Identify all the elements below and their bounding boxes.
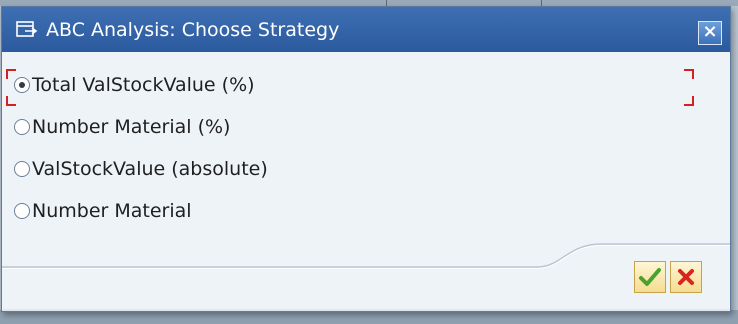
red-x-icon — [678, 269, 694, 285]
option-number-material-percent[interactable]: Number Material (%) — [14, 114, 230, 140]
confirm-button[interactable] — [634, 261, 666, 293]
close-icon: × — [702, 21, 718, 42]
background-strip-bottom — [0, 310, 738, 324]
green-check-icon — [639, 268, 661, 286]
choose-strategy-dialog: ABC Analysis: Choose Strategy × Total Va… — [1, 6, 731, 312]
option-label: Number Material — [32, 200, 192, 222]
option-total-valstockvalue-percent[interactable]: Total ValStockValue (%) — [14, 72, 255, 98]
radio-button[interactable] — [14, 203, 30, 219]
dialog-content: Total ValStockValue (%) Number Material … — [2, 52, 730, 309]
focus-marker — [684, 69, 694, 79]
option-label: Total ValStockValue (%) — [32, 74, 255, 96]
focus-marker — [684, 96, 694, 106]
cancel-button[interactable] — [670, 261, 702, 293]
option-label: Number Material (%) — [32, 116, 231, 138]
option-valstockvalue-absolute[interactable]: ValStockValue (absolute) — [14, 156, 268, 182]
radio-button[interactable] — [14, 161, 30, 177]
dialog-window-icon — [16, 21, 38, 37]
option-label: ValStockValue (absolute) — [32, 158, 268, 180]
option-number-material[interactable]: Number Material — [14, 198, 192, 224]
footer-divider-curve — [2, 243, 730, 269]
radio-button[interactable] — [14, 119, 30, 135]
radio-button-selected[interactable] — [14, 77, 30, 93]
close-button[interactable]: × — [698, 21, 722, 45]
dialog-title: ABC Analysis: Choose Strategy — [46, 19, 340, 41]
dialog-title-bar[interactable]: ABC Analysis: Choose Strategy × — [2, 7, 730, 52]
